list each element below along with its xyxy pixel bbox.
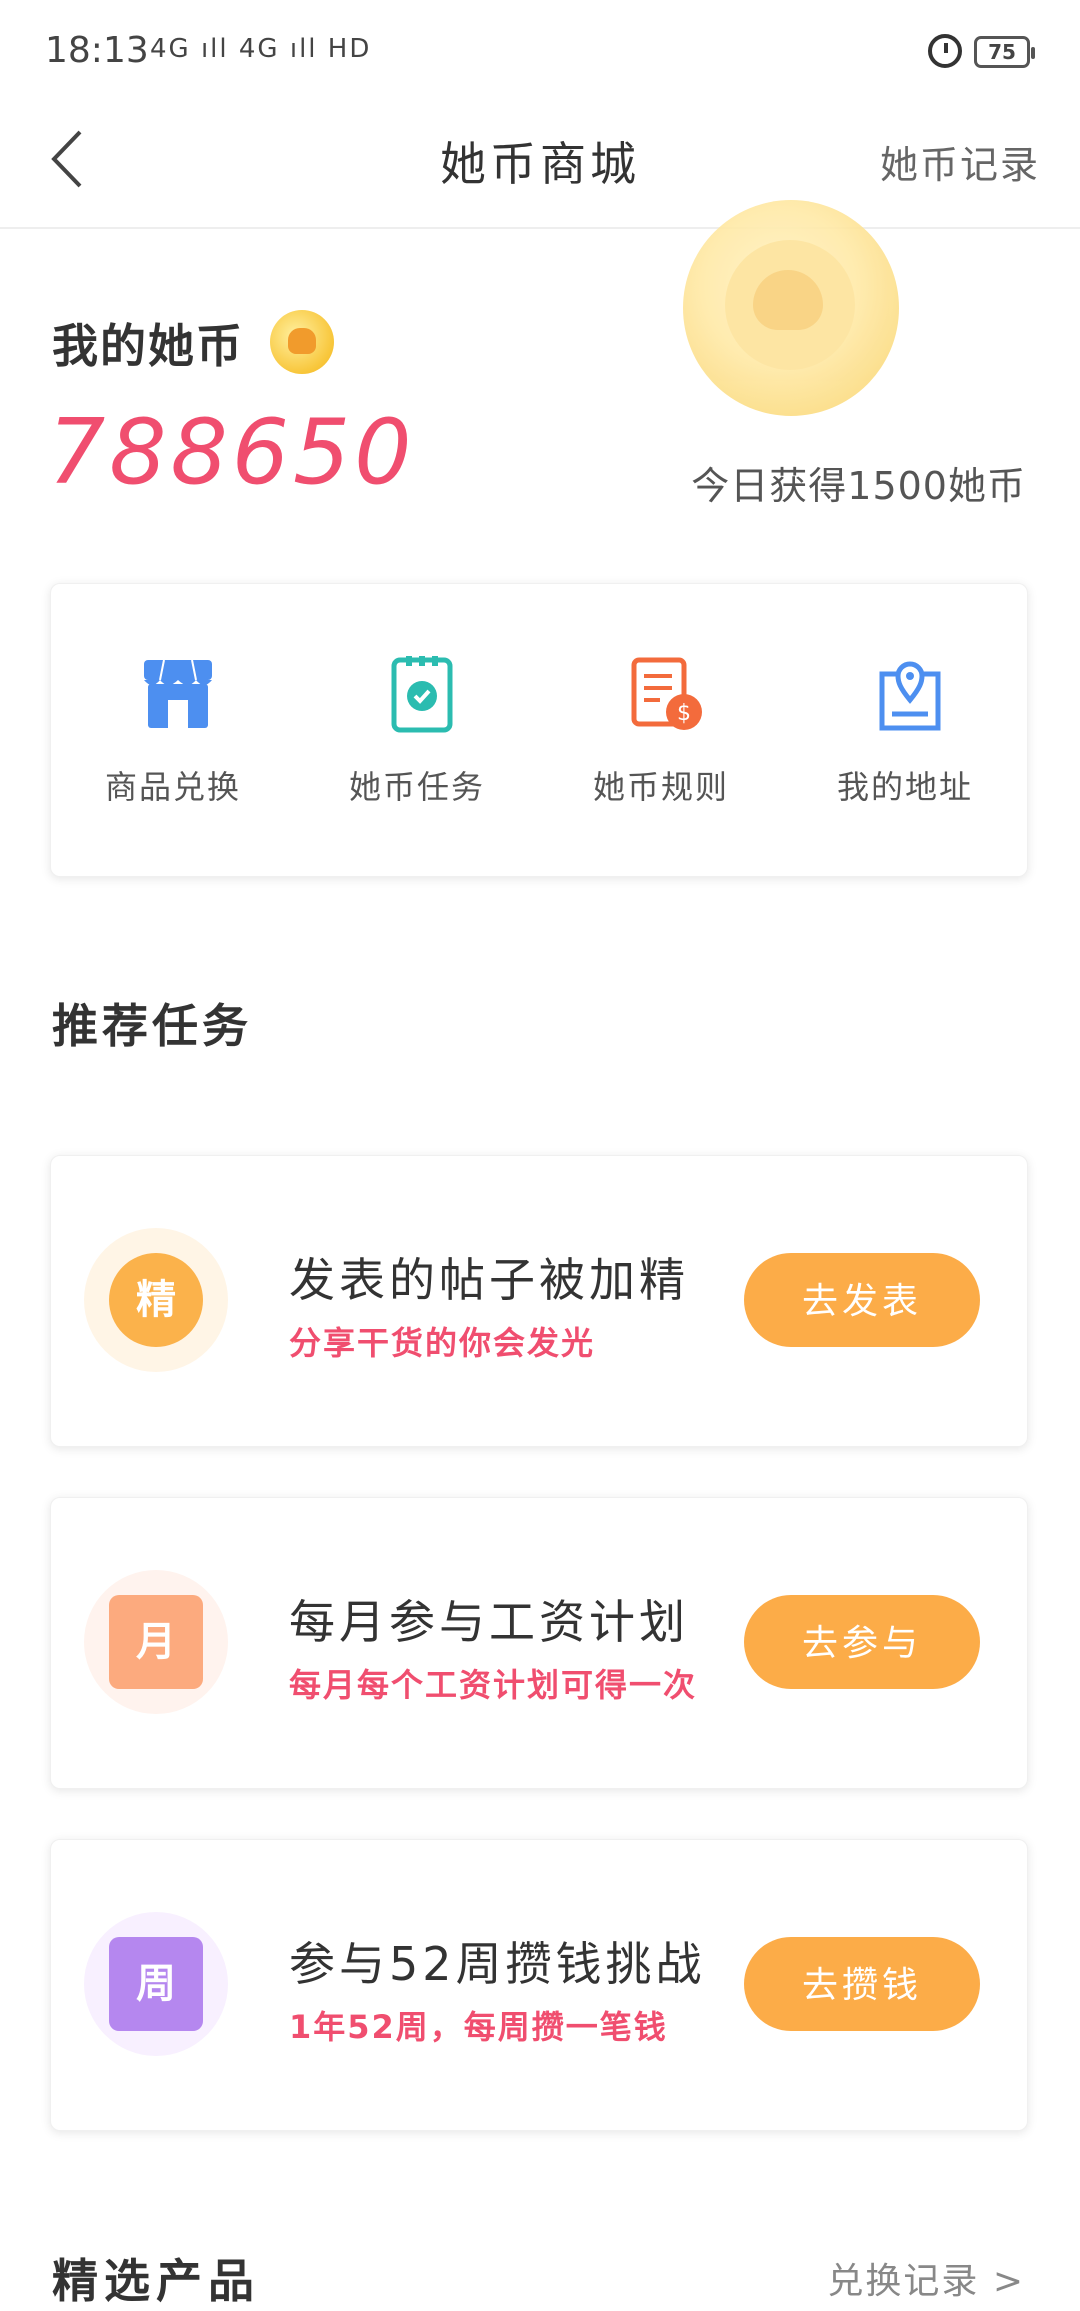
task-subtitle: 分享干货的你会发光	[289, 1324, 596, 1362]
func-label: 她币规则	[592, 768, 729, 806]
battery-icon: 75	[974, 36, 1035, 68]
alarm-icon	[928, 34, 962, 68]
task-clipboard-icon	[391, 656, 453, 733]
task-title: 发表的帖子被加精	[289, 1253, 689, 1307]
task-subtitle: 1年52周，每周攒一笔钱	[289, 2008, 668, 2046]
func-label: 她币任务	[348, 768, 485, 806]
coin-balance: 788650	[48, 400, 416, 505]
signal-icon: 4G ıll 4G ıll HD	[150, 34, 372, 64]
store-icon	[144, 659, 212, 728]
func-label: 我的地址	[836, 768, 973, 806]
coin-icon	[270, 310, 334, 374]
my-coins-label: 我的她币	[52, 319, 244, 373]
nav-bar: 她币商城 她币记录	[0, 100, 1080, 229]
section-title-recommended: 推荐任务	[52, 999, 252, 1053]
func-rules[interactable]: $ 她币规则	[539, 654, 783, 854]
func-label: 商品兑换	[104, 768, 241, 806]
calendar-week-icon: 周	[109, 1937, 203, 2031]
func-exchange[interactable]: 商品兑换	[51, 654, 295, 854]
task-action-button[interactable]: 去发表	[744, 1253, 980, 1347]
task-action-button[interactable]: 去攒钱	[744, 1937, 980, 2031]
task-title: 每月参与工资计划	[289, 1595, 689, 1649]
task-subtitle: 每月每个工资计划可得一次	[289, 1666, 698, 1704]
func-tasks[interactable]: 她币任务	[295, 654, 539, 854]
function-card: 商品兑换 她币任务 $ 她币规则 我的地址	[50, 583, 1028, 877]
func-address[interactable]: 我的地址	[783, 654, 1027, 854]
back-arrow-icon[interactable]	[42, 128, 104, 190]
coin-illustration	[683, 200, 899, 416]
location-icon	[879, 661, 941, 731]
task-card: 周 参与52周攒钱挑战 1年52周，每周攒一笔钱 去攒钱	[50, 1839, 1028, 2131]
task-card: 月 每月参与工资计划 每月每个工资计划可得一次 去参与	[50, 1497, 1028, 1789]
calendar-month-icon: 月	[109, 1595, 203, 1689]
status-time: 18:13	[45, 30, 149, 71]
task-action-button[interactable]: 去参与	[744, 1595, 980, 1689]
svg-text:$: $	[677, 701, 691, 726]
today-earned: 今日获得1500她币	[691, 464, 1026, 508]
exchange-records-link[interactable]: 兑换记录 >	[827, 2252, 1025, 2304]
status-bar: 18:13 4G ıll 4G ıll HD 75	[0, 0, 1080, 100]
essence-badge-icon: 精	[109, 1253, 203, 1347]
coin-records-link[interactable]: 她币记录	[880, 134, 1040, 189]
rules-document-icon: $	[631, 657, 702, 730]
task-title: 参与52周攒钱挑战	[289, 1937, 706, 1991]
task-card: 精 发表的帖子被加精 分享干货的你会发光 去发表	[50, 1155, 1028, 1447]
section-title-featured: 精选产品	[52, 2254, 260, 2308]
